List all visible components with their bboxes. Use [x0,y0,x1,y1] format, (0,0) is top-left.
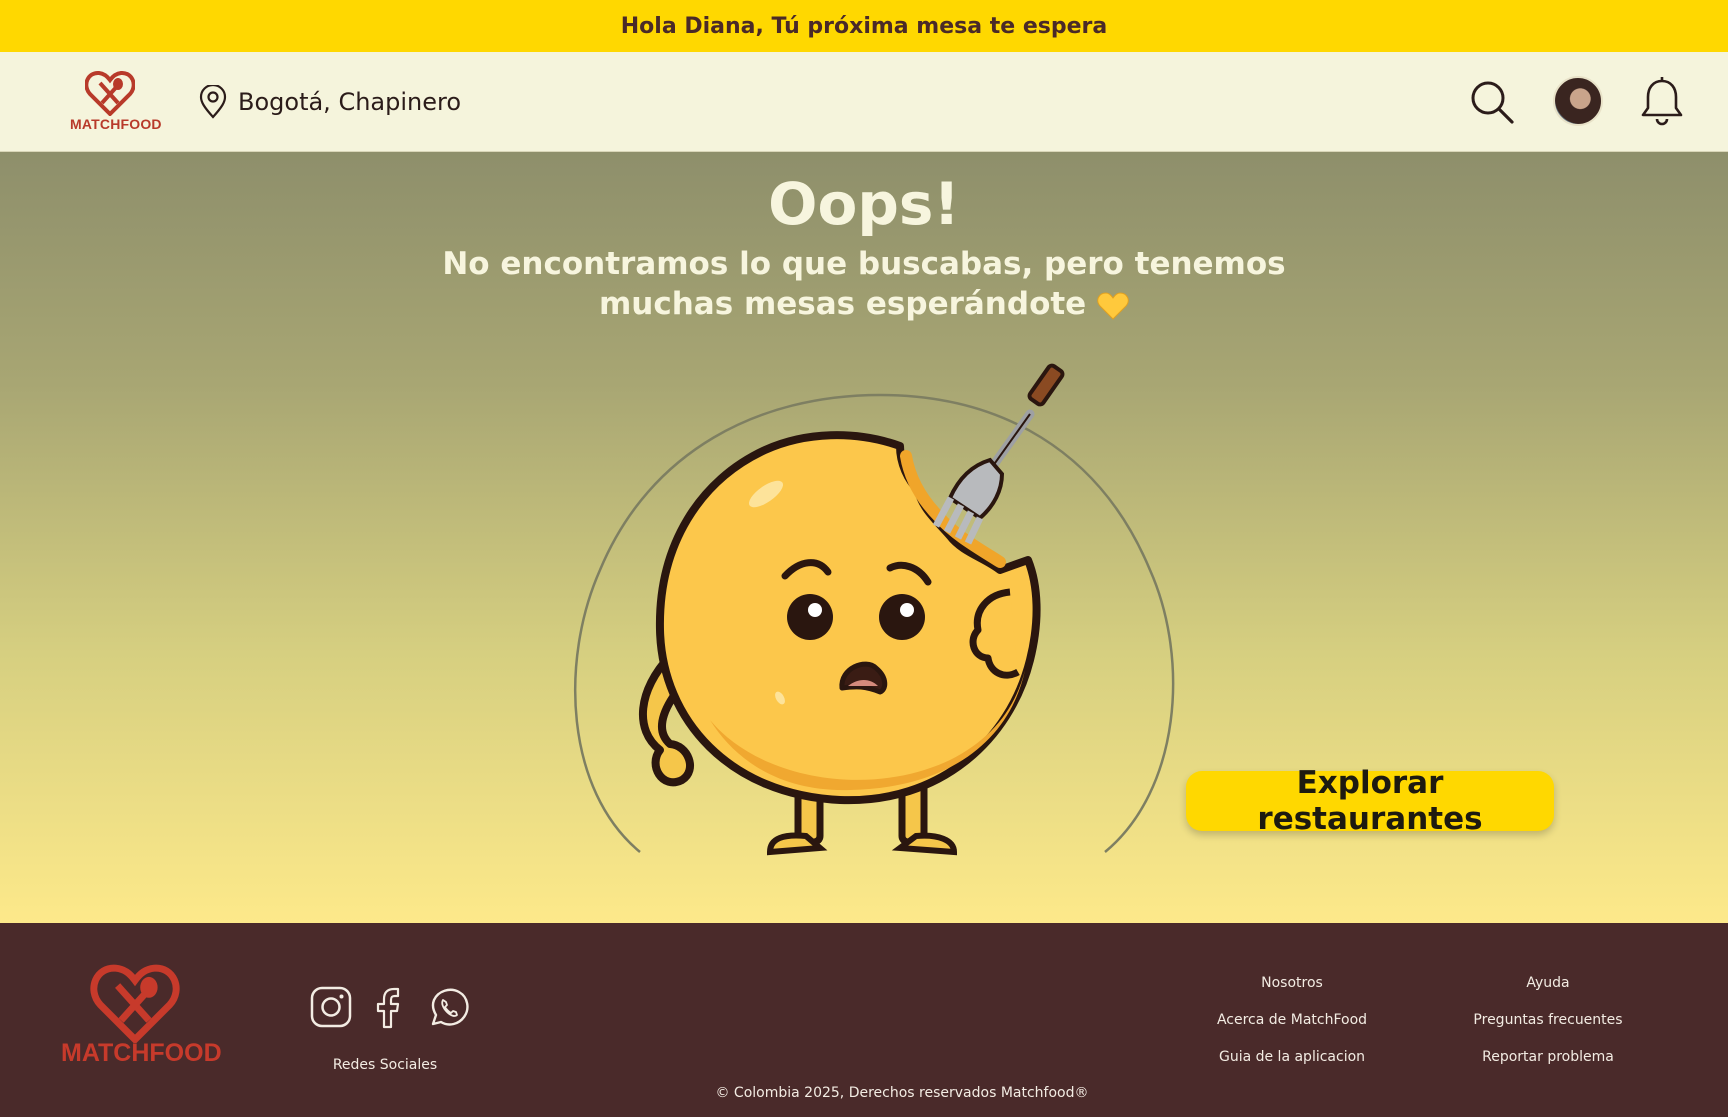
footer-column-about: Nosotros Acerca de MatchFood Guia de la … [1190,965,1394,1076]
instagram-icon[interactable] [310,986,352,1028]
search-icon[interactable] [1468,78,1516,126]
footer-link-help[interactable]: Ayuda [1448,965,1648,1002]
socials-label: Redes Sociales [332,1057,438,1073]
footer-link-faq[interactable]: Preguntas frecuentes [1448,1002,1648,1039]
not-found-section: Oops! No encontramos lo que buscabas, pe… [0,152,1728,923]
greeting-text: Hola Diana, Tú próxima mesa te espera [620,13,1108,39]
heart-cutlery-logo-icon [90,964,180,1043]
greeting-banner: Hola Diana, Tú próxima mesa te espera [0,0,1728,52]
footer: MATCHFOOD Redes Sociales Nosotros Acerca… [0,923,1728,1117]
social-links [310,985,470,1029]
footer-link-report[interactable]: Reportar problema [1448,1039,1648,1076]
location-selector[interactable]: Bogotá, Chapinero [198,85,461,119]
whatsapp-icon[interactable] [428,986,470,1028]
footer-column-help: Ayuda Preguntas frecuentes Reportar prob… [1448,965,1648,1076]
copyright: © Colombia 2025, Derechos reservados Mat… [715,1085,1089,1101]
footer-logo-wordmark: MATCHFOOD [61,1039,222,1067]
footer-link-about[interactable]: Acerca de MatchFood [1190,1002,1394,1039]
logo[interactable]: MATCHFOOD [66,70,162,138]
location-pin-icon [199,85,227,119]
avatar[interactable] [1553,76,1603,126]
logo-wordmark: MATCHFOOD [70,116,162,132]
bell-icon[interactable] [1640,76,1684,126]
location-text: Bogotá, Chapinero [238,88,462,116]
fork-icon [932,363,1065,545]
explore-restaurants-button[interactable]: Explorar restaurantes [1186,765,1554,837]
footer-link-nosotros[interactable]: Nosotros [1190,965,1394,1002]
yellow-heart-icon [1097,291,1129,320]
footer-link-app-guide[interactable]: Guia de la aplicacion [1190,1039,1394,1076]
page-subtitle: No encontramos lo que buscabas, pero ten… [400,244,1328,324]
subtitle-text: No encontramos lo que buscabas, pero ten… [442,246,1286,322]
sad-arepa-illustration [574,363,1175,856]
header: MATCHFOOD Bogotá, Chapinero [0,52,1728,152]
facebook-icon[interactable] [372,985,408,1029]
footer-logo[interactable]: MATCHFOOD [60,963,222,1083]
heart-cutlery-logo-icon [85,71,135,116]
page-title: Oops! [768,170,960,238]
